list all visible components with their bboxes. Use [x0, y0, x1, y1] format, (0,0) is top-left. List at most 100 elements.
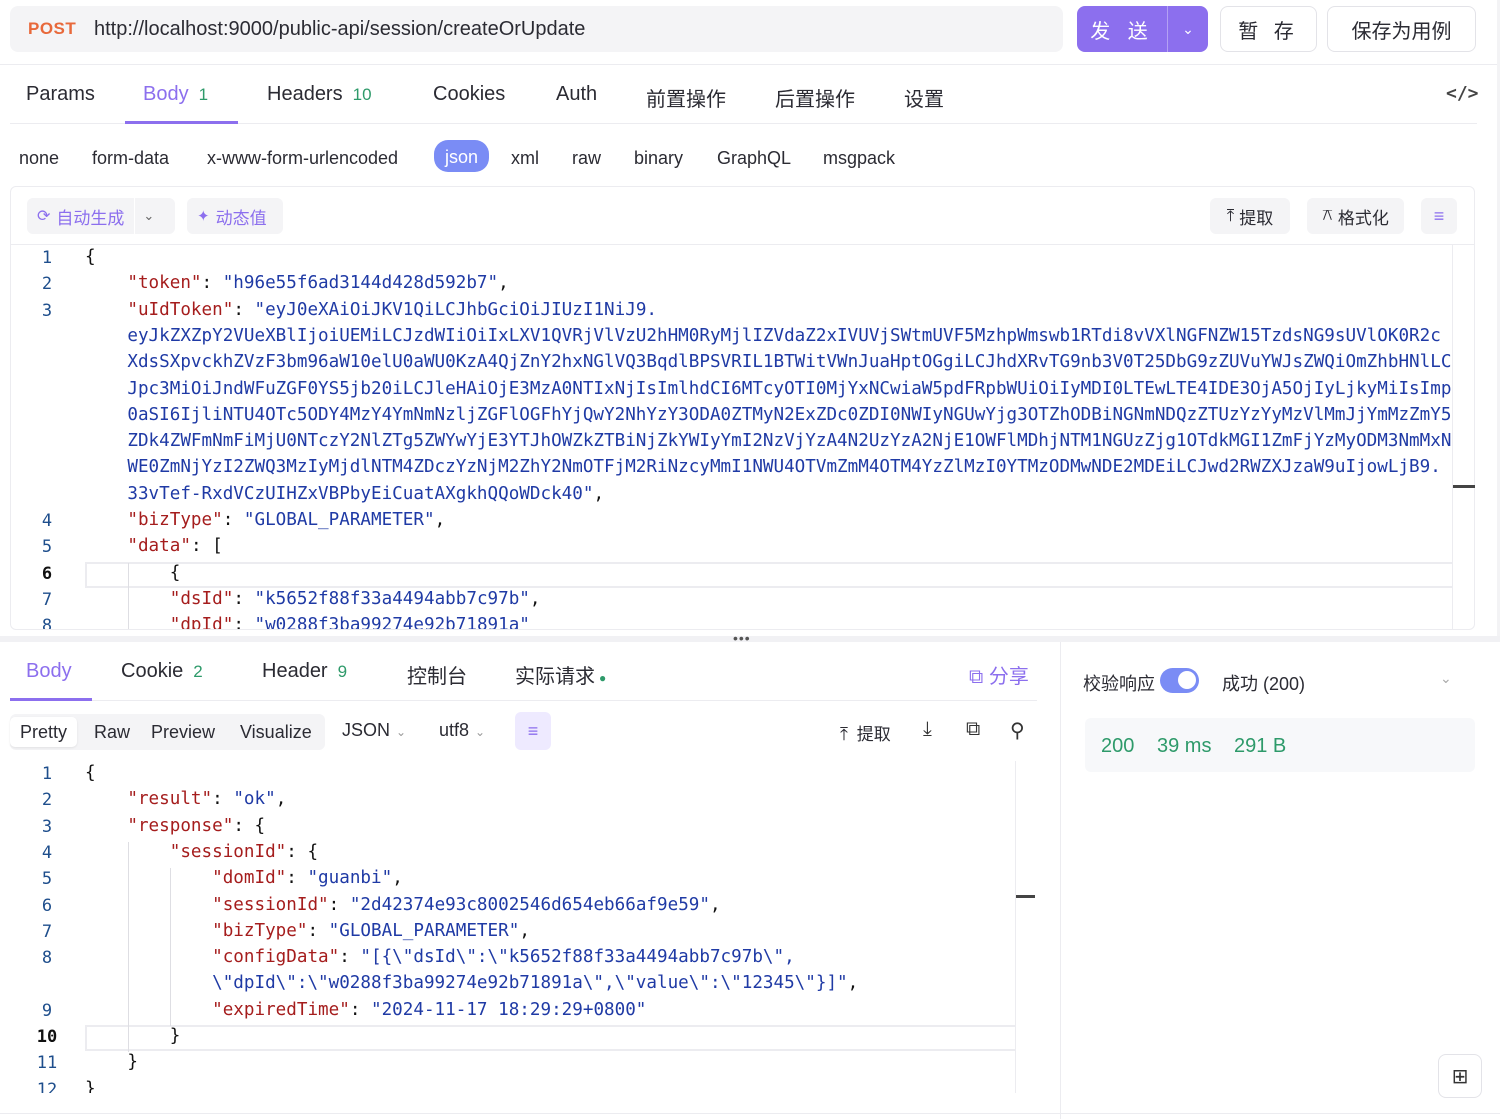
auto-generate-label: 自动生成: [56, 208, 125, 228]
encoding-select[interactable]: utf8 ⌄: [439, 720, 485, 741]
dynamic-value-button[interactable]: ✦ 动态值: [187, 198, 283, 234]
code-line: 0aSI6IjliNTU4OTc5ODY4MzY4YmNmNzljZGFlOGF…: [85, 404, 1452, 425]
body-type-xml[interactable]: xml: [511, 145, 539, 171]
code-line: "dpId": "w0288f3ba99274e92b71891a": [169, 615, 530, 629]
body-type-x-www-form-urlencoded[interactable]: x-www-form-urlencoded: [207, 145, 398, 171]
tab-label: 实际请求: [515, 666, 595, 688]
tab-auth[interactable]: Auth: [556, 83, 597, 106]
body-type-json[interactable]: json: [434, 140, 490, 172]
method-selector[interactable]: POST: [28, 19, 94, 39]
code-line: "response": {: [127, 815, 266, 836]
tab-params[interactable]: Params: [26, 83, 95, 106]
chevron-down-icon[interactable]: ⌄: [1168, 21, 1208, 38]
line-number: 8: [41, 948, 53, 969]
line-number: 6: [41, 563, 53, 584]
response-tab-cookie[interactable]: Cookie 2: [121, 660, 203, 683]
tab-cookies[interactable]: Cookies: [433, 83, 505, 106]
code-line: "expiredTime": "2024-11-17 18:29:29+0800…: [212, 999, 647, 1020]
tab-count-badge: 1: [198, 85, 209, 104]
body-type-none[interactable]: none: [19, 145, 59, 171]
tab-headers[interactable]: Headers 10: [267, 83, 372, 106]
toggle-knob: [1178, 671, 1196, 689]
tab-label: 前置操作: [646, 89, 726, 111]
body-type-binary[interactable]: binary: [634, 145, 683, 171]
body-type-form-data[interactable]: form-data: [92, 145, 169, 171]
line-number: 11: [36, 1053, 58, 1074]
divider: [1060, 642, 1061, 1119]
tab-settings[interactable]: 设置: [904, 83, 944, 112]
save-as-case-button[interactable]: 保存为用例: [1327, 6, 1476, 52]
view-mode-preview[interactable]: Preview: [151, 714, 215, 750]
validation-result[interactable]: 成功 (200): [1222, 670, 1305, 696]
code-line: }: [85, 1078, 96, 1093]
line-number: 1: [41, 248, 53, 268]
extract-button[interactable]: ⤒ 提取: [1210, 198, 1290, 234]
code-line: "configData": "[{\"dsId\":\"k5652f88f33a…: [212, 947, 795, 968]
code-line: "result": "ok",: [127, 789, 287, 810]
line-number: 4: [41, 842, 53, 863]
tab-pre-operations[interactable]: 前置操作: [646, 83, 726, 112]
body-type-raw[interactable]: raw: [572, 145, 601, 171]
format-select[interactable]: JSON ⌄: [342, 720, 406, 741]
share-button[interactable]: ⧉ 分享: [969, 660, 1029, 689]
code-line: "domId": "guanbi",: [212, 868, 403, 889]
save-button[interactable]: 暂 存: [1220, 6, 1317, 52]
search-icon[interactable]: ⚲: [1010, 718, 1025, 743]
response-tab-body[interactable]: Body: [26, 660, 72, 683]
code-line: Jpc3MiOiJndWFuZGF0YS5jb20iLCJleHAiOjE3Mz…: [85, 378, 1452, 399]
layout-toggle-icon[interactable]: ⊞: [1438, 1054, 1482, 1098]
tab-label: Cookies: [433, 83, 506, 105]
chevron-down-icon: ⌄: [475, 725, 486, 739]
line-number: 7: [41, 921, 53, 942]
response-tab-console[interactable]: 控制台: [407, 660, 467, 689]
view-mode-pretty[interactable]: Pretty: [10, 717, 78, 747]
response-code-area[interactable]: 1 {2 "result": "ok", 3 "response": {4 "ses…: [10, 761, 1015, 1093]
scrollbar-marker: [1453, 485, 1475, 488]
scrollbar-marker: [1016, 895, 1035, 898]
view-mode-raw[interactable]: Raw: [94, 714, 130, 750]
body-type-graphql[interactable]: GraphQL: [717, 145, 791, 171]
url-input[interactable]: http://localhost:9000/public-api/session…: [94, 18, 585, 41]
chevron-down-icon[interactable]: ⌄: [1440, 670, 1452, 687]
tab-post-operations[interactable]: 后置操作: [775, 83, 855, 112]
send-button[interactable]: 发 送 ⌄: [1077, 6, 1208, 52]
line-number: 8: [41, 616, 53, 629]
response-tab-actual-request[interactable]: 实际请求 ●: [515, 660, 606, 689]
format-button[interactable]: ⚻ 格式化: [1307, 198, 1404, 234]
drag-handle-icon[interactable]: •••: [733, 630, 751, 646]
view-mode-visualize[interactable]: Visualize: [240, 714, 312, 750]
response-time: 39 ms: [1157, 735, 1212, 757]
code-line: "dsId": "k5652f88f33a4494abb7c97b",: [169, 588, 541, 609]
chevron-down-icon: ⌄: [396, 725, 407, 739]
response-extract-button[interactable]: ⤒ 提取: [840, 720, 891, 745]
magic-wand-icon: ✦: [197, 208, 210, 225]
line-number: 3: [41, 816, 53, 837]
send-button-label[interactable]: 发 送: [1077, 15, 1167, 44]
code-line: {: [85, 763, 96, 783]
line-number: 12: [36, 1079, 58, 1093]
code-line: }: [85, 1052, 138, 1073]
format-icon: ⚻: [1322, 207, 1333, 224]
extract-icon: ⤒: [1226, 206, 1235, 225]
tab-body[interactable]: Body 1: [143, 83, 208, 106]
body-type-msgpack[interactable]: msgpack: [823, 145, 895, 171]
copy-icon[interactable]: ⧉: [966, 718, 980, 741]
code-icon[interactable]: </>: [1446, 83, 1479, 104]
divider: [0, 64, 1500, 65]
encoding-select-value: utf8: [439, 720, 470, 740]
code-line: {: [85, 562, 181, 583]
auto-generate-button[interactable]: ⟳ 自动生成 ⌄: [27, 198, 175, 234]
code-line: "bizType": "GLOBAL_PARAMETER",: [212, 920, 530, 941]
word-wrap-icon[interactable]: ≡: [515, 712, 551, 750]
code-line: WE0ZmNjYzI2ZWQ3MzIyMjdlNTM4ZDczYzNjM2ZhY…: [85, 457, 1441, 478]
line-number: 4: [41, 511, 53, 531]
url-bar[interactable]: POST http://localhost:9000/public-api/se…: [10, 6, 1063, 52]
chevron-down-icon[interactable]: ⌄: [143, 208, 154, 224]
response-tab-header[interactable]: Header 9: [262, 660, 347, 683]
response-extract-label: 提取: [856, 725, 891, 744]
download-icon[interactable]: ⤓: [923, 718, 932, 741]
request-code-area[interactable]: 1 {2 "token": "h96e55f6ad3144d428d592b7",…: [10, 245, 1453, 629]
word-wrap-icon[interactable]: ≡: [1421, 198, 1457, 234]
code-line: "data": [: [127, 536, 223, 557]
code-line: ZDk4ZWFmNmFiMjU0NTczY2NlZTg5ZWYwYjE3YTJh…: [85, 431, 1452, 452]
